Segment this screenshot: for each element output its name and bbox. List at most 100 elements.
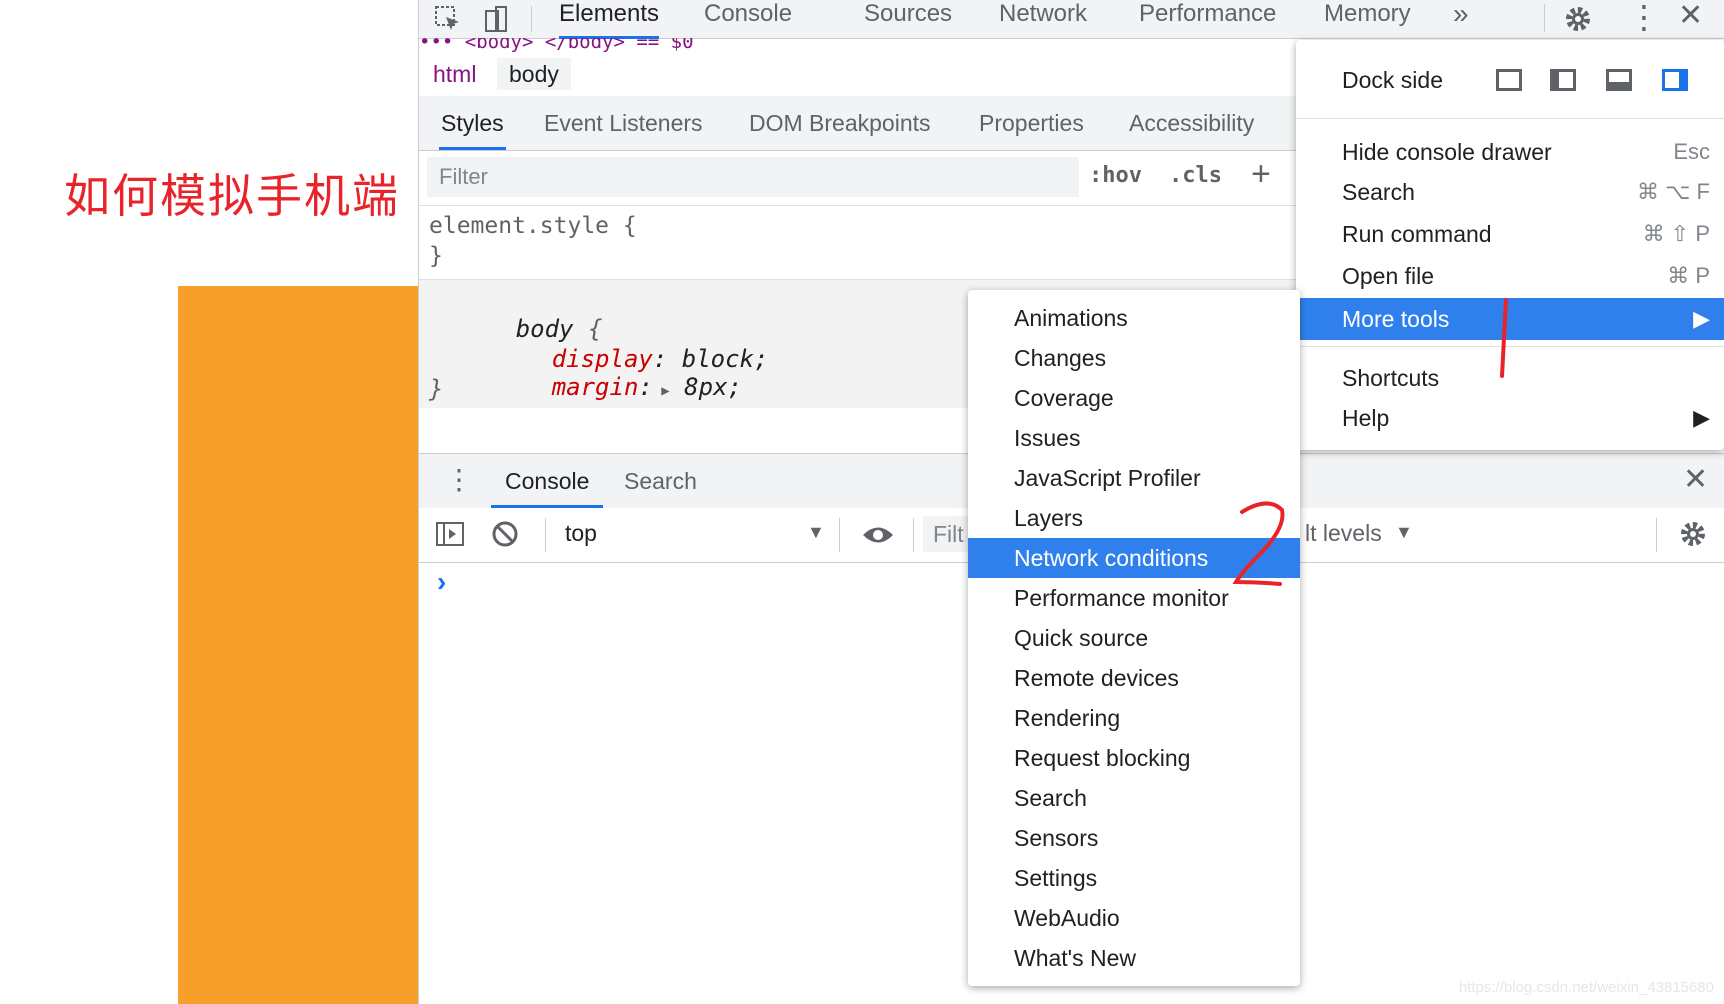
submenu-item-label: Search — [1014, 785, 1087, 811]
submenu-item-quick-source[interactable]: Quick source — [968, 618, 1300, 658]
annotation-mark-1 — [1500, 298, 1508, 378]
drawer-menu-icon[interactable]: ⋮ — [445, 466, 473, 494]
sidebar-toggle-icon[interactable] — [435, 520, 465, 548]
menu-item-label: Open file — [1342, 263, 1435, 289]
submenu-arrow-icon: ▶ — [1693, 306, 1710, 331]
dock-undock-icon[interactable] — [1496, 69, 1522, 91]
submenu-item-label: What's New — [1014, 945, 1136, 971]
toolbar-divider — [531, 6, 532, 32]
toolbar-divider — [545, 518, 546, 552]
subtab-styles[interactable]: Styles — [439, 96, 506, 150]
subtab-event-listeners[interactable]: Event Listeners — [544, 96, 703, 147]
submenu-item-webaudio[interactable]: WebAudio — [968, 898, 1300, 938]
submenu-item-request-blocking[interactable]: Request blocking — [968, 738, 1300, 778]
levels-dropdown-icon[interactable]: ▼ — [1395, 522, 1413, 543]
device-toolbar-icon[interactable] — [479, 4, 513, 34]
subtab-accessibility[interactable]: Accessibility — [1129, 96, 1254, 147]
submenu-item-settings[interactable]: Settings — [968, 858, 1300, 898]
submenu-item-label: Issues — [1014, 425, 1081, 451]
tab-sources[interactable]: Sources — [864, 0, 952, 36]
submenu-item-coverage[interactable]: Coverage — [968, 378, 1300, 418]
dock-left-icon[interactable] — [1550, 69, 1576, 91]
context-dropdown-icon[interactable]: ▼ — [807, 522, 825, 543]
dock-bottom-icon[interactable] — [1606, 69, 1632, 91]
log-levels-dropdown[interactable]: lt levels — [1305, 520, 1382, 547]
submenu-item-what-s-new[interactable]: What's New — [968, 938, 1300, 978]
submenu-item-label: Sensors — [1014, 825, 1099, 851]
submenu-item-label: Changes — [1014, 345, 1107, 371]
menu-item-label: Run command — [1342, 221, 1492, 247]
devtools-toolbar: Elements Console Sources Network Perform… — [419, 0, 1724, 39]
drawer-tab-search[interactable]: Search — [624, 454, 697, 505]
submenu-item-label: Network conditions — [1014, 545, 1209, 571]
toolbar-divider — [913, 518, 914, 552]
inspect-element-icon[interactable] — [431, 4, 465, 34]
menu-item-help[interactable]: Help ▶ — [1296, 398, 1724, 438]
submenu-item-label: Layers — [1014, 505, 1084, 531]
tab-console[interactable]: Console — [704, 0, 792, 36]
expand-triangle-icon[interactable]: ▶ — [653, 383, 669, 399]
tab-network[interactable]: Network — [999, 0, 1087, 36]
breadcrumb-html[interactable]: html — [421, 58, 488, 90]
close-devtools-icon[interactable]: ✕ — [1678, 0, 1703, 33]
submenu-item-search[interactable]: Search — [968, 778, 1300, 818]
live-expression-eye-icon[interactable] — [861, 522, 895, 548]
property-margin[interactable]: margin — [552, 373, 639, 401]
clear-console-icon[interactable] — [491, 520, 519, 548]
console-prompt[interactable]: › — [437, 566, 446, 598]
menu-item-shortcut: ⌘ ⌥ F — [1636, 179, 1710, 204]
submenu-item-remote-devices[interactable]: Remote devices — [968, 658, 1300, 698]
tab-performance[interactable]: Performance — [1139, 0, 1276, 36]
toolbar-divider — [1656, 518, 1657, 552]
submenu-item-label: Coverage — [1014, 385, 1114, 411]
drawer-tab-console[interactable]: Console — [491, 454, 604, 508]
cls-toggle[interactable]: .cls — [1169, 163, 1222, 188]
menu-item-label: Search — [1342, 179, 1415, 205]
dock-right-icon[interactable] — [1662, 69, 1688, 91]
menu-item-hide-console-drawer[interactable]: Hide console drawer Esc — [1296, 132, 1724, 172]
menu-item-label: Shortcuts — [1342, 365, 1440, 391]
element-style-close: } — [429, 243, 443, 269]
settings-gear-icon[interactable] — [1562, 3, 1594, 35]
submenu-item-javascript-profiler[interactable]: JavaScript Profiler — [968, 458, 1300, 498]
tab-elements[interactable]: Elements — [559, 0, 660, 39]
customize-menu-icon[interactable]: ⋮ — [1628, 0, 1660, 36]
value-margin[interactable]: 8px; — [670, 373, 742, 401]
breadcrumb-body[interactable]: body — [497, 58, 571, 90]
context-selector-value[interactable]: top — [565, 520, 597, 547]
more-tools-submenu: Animations Changes Coverage Issues JavaScrip… — [968, 290, 1300, 986]
menu-item-shortcut: ⌘ P — [1667, 263, 1710, 288]
customize-menu: Dock side Hide console drawer Esc Search… — [1296, 40, 1724, 450]
add-rule-icon[interactable]: + — [1251, 155, 1271, 194]
submenu-item-label: WebAudio — [1014, 905, 1120, 931]
subtab-properties[interactable]: Properties — [979, 96, 1084, 147]
menu-item-shortcut: ⌘ ⇧ P — [1642, 221, 1710, 246]
submenu-item-animations[interactable]: Animations — [968, 298, 1300, 338]
page-title: 如何模拟手机端 — [64, 169, 400, 223]
submenu-item-label: Settings — [1014, 865, 1098, 891]
submenu-item-sensors[interactable]: Sensors — [968, 818, 1300, 858]
submenu-item-changes[interactable]: Changes — [968, 338, 1300, 378]
menu-item-open-file[interactable]: Open file ⌘ P — [1296, 256, 1724, 296]
styles-filter-input[interactable]: Filter — [427, 157, 1079, 197]
menu-item-search[interactable]: Search ⌘ ⌥ F — [1296, 172, 1724, 212]
element-style-open: element.style { — [429, 213, 637, 239]
submenu-item-label: Animations — [1014, 305, 1128, 331]
tab-memory[interactable]: Memory — [1324, 0, 1411, 36]
menu-item-run-command[interactable]: Run command ⌘ ⇧ P — [1296, 214, 1724, 254]
submenu-item-issues[interactable]: Issues — [968, 418, 1300, 458]
dock-side-label: Dock side — [1342, 67, 1443, 93]
annotation-mark-2 — [1232, 501, 1285, 586]
menu-item-shortcut: Esc — [1673, 139, 1710, 164]
close-drawer-icon[interactable]: ✕ — [1683, 462, 1708, 497]
subtab-dom-breakpoints[interactable]: DOM Breakpoints — [749, 96, 931, 147]
submenu-item-label: JavaScript Profiler — [1014, 465, 1201, 491]
close-brace: } — [429, 375, 444, 403]
submenu-arrow-icon: ▶ — [1693, 405, 1710, 430]
console-settings-gear-icon[interactable] — [1677, 518, 1709, 550]
hov-toggle[interactable]: :hov — [1089, 163, 1142, 188]
submenu-item-rendering[interactable]: Rendering — [968, 698, 1300, 738]
more-tabs-icon[interactable]: » — [1453, 0, 1469, 36]
submenu-item-label: Request blocking — [1014, 745, 1191, 771]
toolbar-divider — [839, 518, 840, 552]
